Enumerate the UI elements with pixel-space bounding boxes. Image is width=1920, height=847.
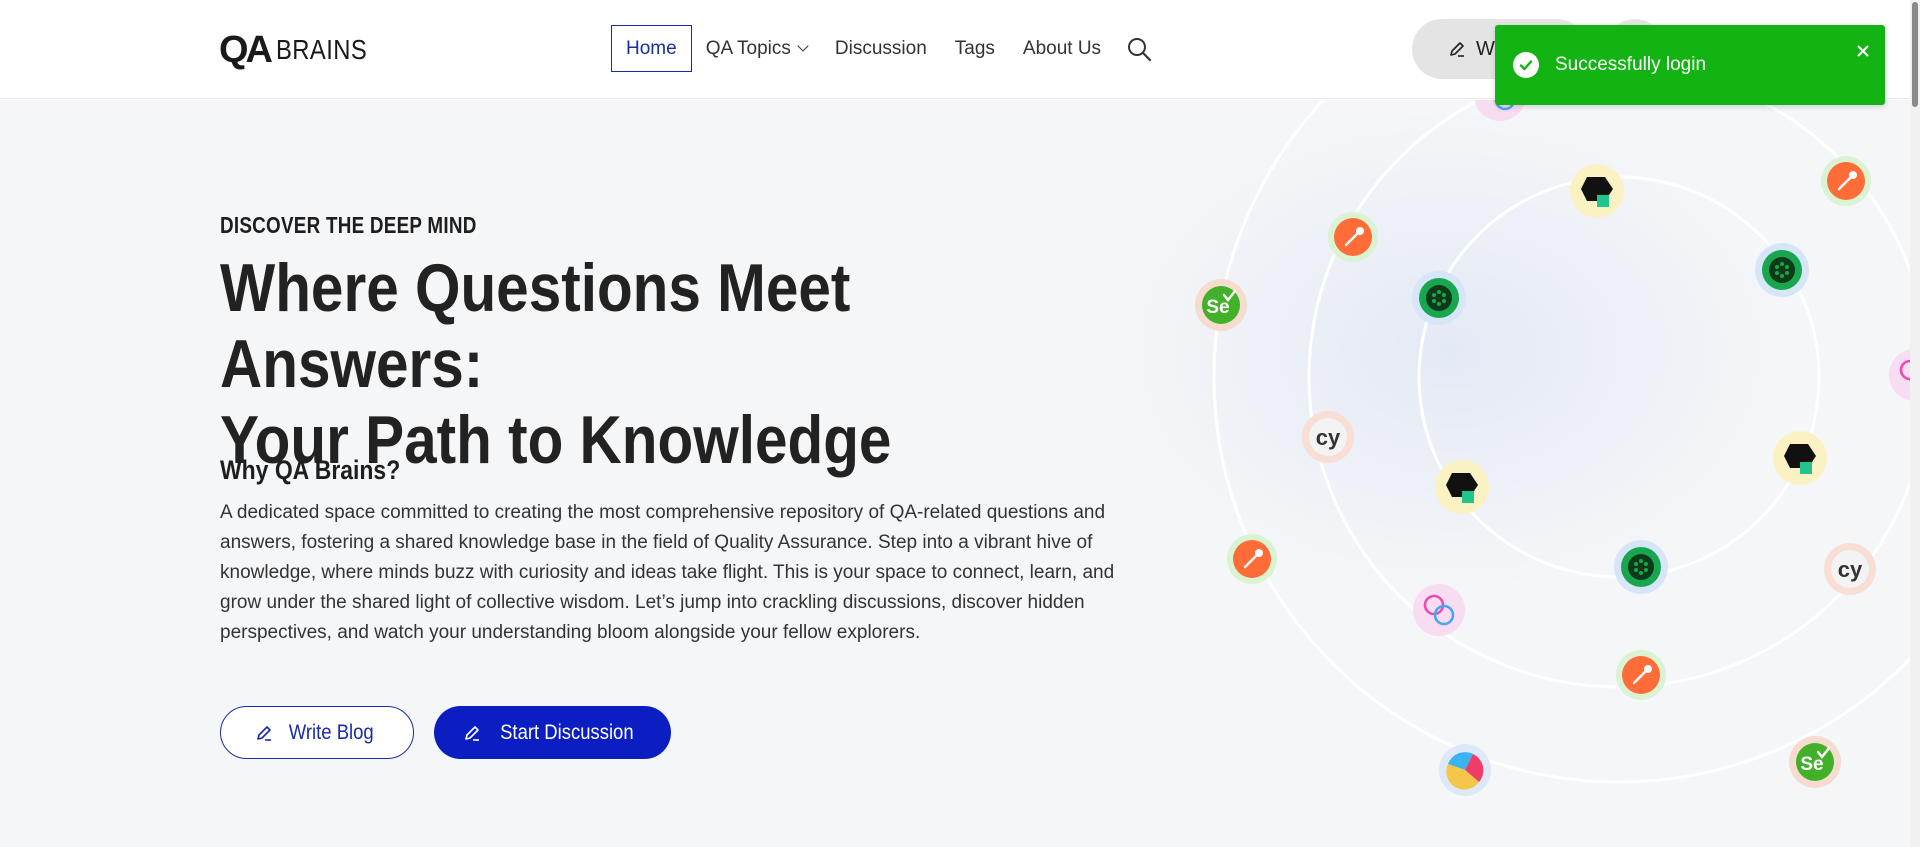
postman-icon (1614, 648, 1668, 702)
postman-icon (1819, 154, 1873, 208)
scrollbar-thumb[interactable] (1912, 2, 1918, 107)
write-blog-label: Write Blog (288, 720, 374, 744)
pencil-icon (1450, 42, 1464, 57)
colorful-ball-icon (1439, 744, 1491, 796)
start-discussion-label: Start Discussion (499, 720, 634, 744)
why-body: A dedicated space committed to creating … (220, 502, 1115, 643)
rings-logo-icon (1411, 582, 1467, 638)
nav-discussion[interactable]: Discussion (821, 25, 941, 72)
nav-qa-topics[interactable]: QA Topics (692, 25, 821, 72)
hero-eyebrow: DISCOVER THE DEEP MIND (220, 212, 477, 238)
page-scrollbar[interactable] (1910, 0, 1920, 847)
postman-icon (1326, 210, 1380, 264)
hero-headline: Where Questions Meet Answers: Your Path … (220, 250, 1080, 478)
start-discussion-button[interactable]: Start Discussion (434, 706, 671, 759)
selenium-icon (1193, 277, 1249, 333)
cucumber-icon (1755, 243, 1809, 297)
nav-qa-topics-label: QA Topics (705, 37, 791, 59)
cypress-icon (1824, 543, 1876, 595)
chevron-down-icon (797, 40, 809, 52)
hexagon-tool-icon (1773, 431, 1827, 485)
cucumber-icon (1412, 271, 1466, 325)
hero-section: DISCOVER THE DEEP MIND Where Questions M… (0, 100, 1920, 847)
main-nav: Home QA Topics Discussion Tags About Us (611, 25, 1159, 72)
orbit-illustration: Se cy (1193, 100, 1920, 796)
why-title: Why QA Brains? (220, 455, 401, 485)
check-circle-icon (1513, 52, 1539, 78)
hexagon-tool-icon (1435, 460, 1489, 514)
write-blog-button[interactable]: Write Blog (220, 706, 414, 759)
postman-icon (1225, 532, 1279, 586)
nav-home[interactable]: Home (611, 25, 692, 72)
nav-about-us[interactable]: About Us (1009, 25, 1115, 72)
close-icon[interactable] (1851, 39, 1875, 63)
search-icon[interactable] (1119, 29, 1159, 69)
hero-headline-line1: Where Questions Meet Answers: (220, 250, 851, 402)
pencil-icon (464, 725, 479, 741)
nav-tags-label: Tags (954, 37, 995, 59)
cypress-icon (1302, 411, 1354, 463)
hexagon-tool-icon (1570, 164, 1624, 218)
toast-message: Successfully login (1555, 54, 1707, 75)
selenium-icon (1787, 734, 1843, 790)
nav-tags[interactable]: Tags (941, 25, 1009, 72)
pencil-icon (256, 725, 271, 741)
nav-home-label: Home (626, 37, 677, 59)
success-toast: Successfully login (1495, 25, 1885, 105)
header-write-label: W (1476, 37, 1495, 60)
logo[interactable]: QA BRAINS (219, 28, 383, 71)
nav-discussion-label: Discussion (834, 37, 927, 59)
logo-text: BRAINS (276, 34, 368, 65)
logo-mark: QA (219, 28, 273, 71)
nav-about-us-label: About Us (1022, 37, 1102, 59)
cucumber-icon (1614, 540, 1668, 594)
